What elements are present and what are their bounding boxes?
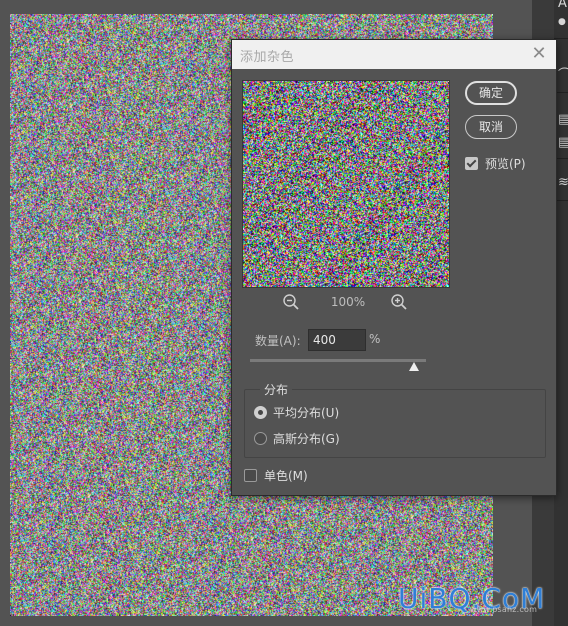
uniform-radio[interactable] [254, 406, 267, 419]
ok-button[interactable]: 确定 [465, 81, 517, 105]
distribution-group [244, 389, 546, 458]
adjustments-panel-icon[interactable]: ≋ [558, 175, 568, 190]
gaussian-radio[interactable] [254, 432, 267, 445]
gaussian-label: 高斯分布(G) [273, 432, 340, 446]
zoom-level: 100% [330, 295, 366, 309]
preview-checkbox[interactable] [465, 157, 478, 170]
add-noise-dialog: 添加杂色 ✕ 100% 确定 取消 预览(P) 数量(A): 400 % 分布 [231, 39, 557, 496]
paths-panel-icon[interactable]: ⌒ [558, 64, 568, 83]
monochromatic-checkbox[interactable] [244, 469, 257, 482]
character-panel-icon[interactable]: A [558, 0, 568, 11]
watermark-site: www.psahz.com [470, 605, 538, 614]
preview-window[interactable] [242, 80, 450, 288]
uniform-label: 平均分布(U) [273, 406, 340, 420]
cancel-button[interactable]: 取消 [465, 115, 517, 139]
dialog-title: 添加杂色 [240, 50, 295, 65]
dialog-titlebar[interactable]: 添加杂色 ✕ [232, 40, 556, 69]
monochromatic-label: 单色(M) [264, 469, 308, 483]
amount-input[interactable]: 400 [308, 329, 366, 351]
amount-unit: % [369, 332, 381, 346]
zoom-in-icon[interactable] [390, 293, 408, 311]
layers-panel-icon[interactable]: ▤ [558, 112, 568, 127]
preview-label: 预览(P) [485, 157, 526, 171]
amount-slider-thumb[interactable] [408, 362, 419, 371]
zoom-out-icon[interactable] [282, 293, 300, 311]
distribution-legend: 分布 [260, 381, 293, 398]
dot-icon: ● [558, 17, 566, 27]
channels-panel-icon[interactable]: ▤ [558, 135, 568, 150]
preview-noise-image [243, 81, 449, 287]
amount-slider-track[interactable] [250, 359, 426, 362]
photoshop-workspace: A ● ⌒ ▤ ▤ ≋ 添加杂色 ✕ 100% 确定 取消 预览(P) 数量(A… [0, 0, 568, 626]
close-icon[interactable]: ✕ [528, 43, 550, 65]
amount-label: 数量(A): [255, 334, 301, 348]
